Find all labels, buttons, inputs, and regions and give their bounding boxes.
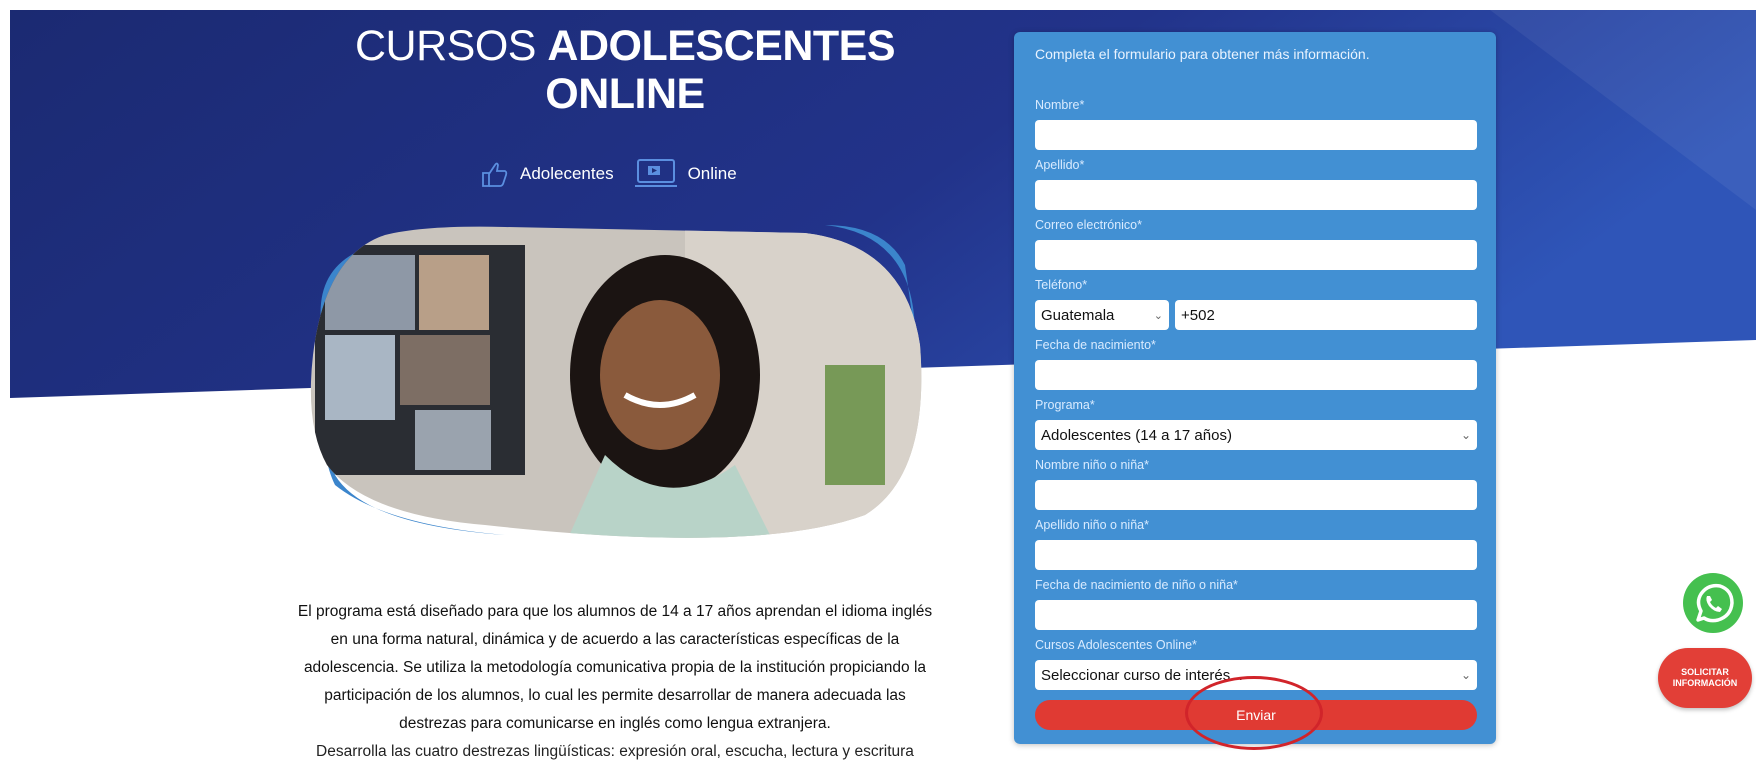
apellido-input[interactable] [1035,180,1477,210]
program-description: El programa está diseñado para que los a… [290,598,940,766]
label-nombre-nino: Nombre niño o niña* [1035,458,1149,472]
label-apellido-nino: Apellido niño o niña* [1035,518,1149,532]
solicitar-label: SOLICITAR INFORMACIÓN [1672,667,1738,688]
tag-label-adolescentes: Adolecentes [520,164,614,183]
child-birthdate-input[interactable] [1035,600,1477,630]
programa-select[interactable]: Adolescentes (14 a 17 años) ⌄ [1035,420,1477,450]
tag-adolescentes: Adolecentes [480,160,614,188]
course-tags: Adolecentes Online [480,158,757,190]
country-select[interactable]: Guatemala ⌄ [1035,300,1169,330]
highlight-circle [1185,676,1323,750]
solicitar-informacion-button[interactable]: SOLICITAR INFORMACIÓN [1658,648,1752,708]
title-regular: CURSOS [354,22,548,70]
page-title: CURSOS ADOLESCENTES ONLINE [310,22,940,118]
birthdate-input[interactable] [1035,360,1477,390]
label-cursos: Cursos Adolescentes Online* [1035,638,1197,652]
description-cut-line: Desarrolla las cuatro destrezas lingüíst… [316,743,914,760]
label-nombre: Nombre* [1035,98,1085,112]
label-fecha: Fecha de nacimiento* [1035,338,1156,352]
title-bold: ADOLESCENTES [547,22,896,70]
form-intro: Completa el formulario para obtener más … [1035,46,1370,62]
email-input[interactable] [1035,240,1477,270]
child-name-input[interactable] [1035,480,1477,510]
nombre-input[interactable] [1035,120,1477,150]
label-telefono: Teléfono* [1035,278,1088,292]
thumbs-up-icon [480,160,510,188]
programa-value: Adolescentes (14 a 17 años) [1041,426,1232,444]
hero-photo [310,225,922,538]
laptop-icon [634,158,678,190]
chevron-down-icon: ⌄ [1460,428,1471,442]
chevron-down-icon: ⌄ [1460,668,1471,682]
title-bold-second: ONLINE [545,70,705,118]
label-correo: Correo electrónico* [1035,218,1142,232]
phone-code: +502 [1181,306,1215,324]
whatsapp-icon[interactable] [1680,570,1746,636]
info-form: Completa el formulario para obtener más … [1014,32,1496,744]
tag-online: Online [634,158,737,190]
description-paragraph: El programa está diseñado para que los a… [297,603,933,732]
label-programa: Programa* [1035,398,1095,412]
label-fecha-nino: Fecha de nacimiento de niño o niña* [1035,578,1238,592]
tag-label-online: Online [687,164,737,183]
chevron-down-icon: ⌄ [1153,309,1163,322]
country-value: Guatemala [1041,306,1115,324]
phone-input[interactable]: +502 [1175,300,1477,330]
curso-value: Seleccionar curso de interés... [1041,666,1243,684]
child-lastname-input[interactable] [1035,540,1477,570]
label-apellido: Apellido* [1035,158,1085,172]
